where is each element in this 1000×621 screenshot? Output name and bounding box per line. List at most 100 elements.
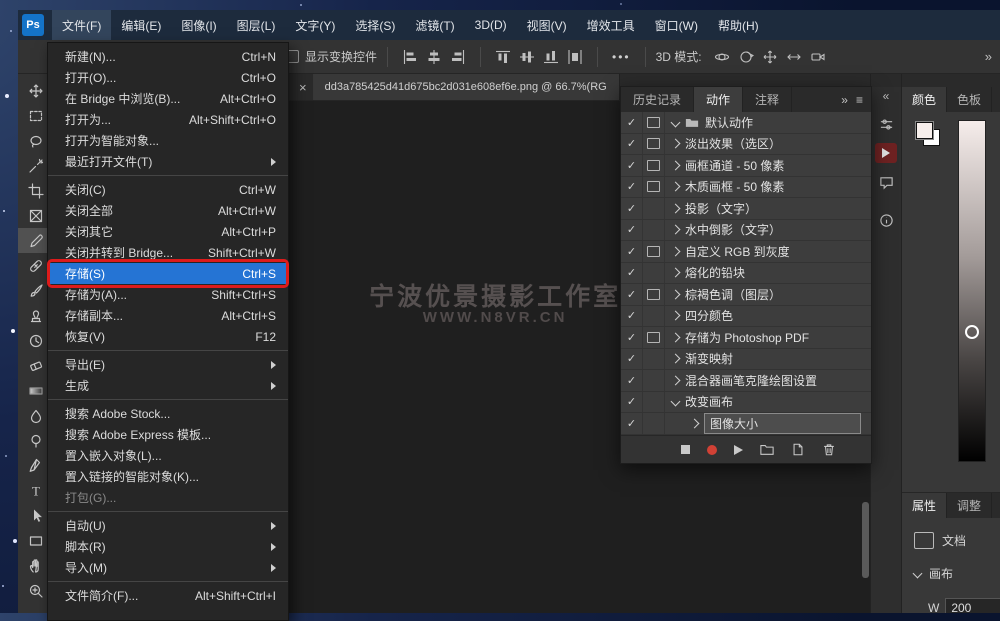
menu-item-generate[interactable]: 生成 — [48, 375, 288, 396]
action-dialog-toggle[interactable] — [643, 112, 665, 133]
chevron-right-icon[interactable] — [671, 311, 681, 321]
action-row[interactable]: ✓ 存储为 Photoshop PDF — [621, 327, 871, 349]
menu-item-browse-in-bridge[interactable]: 在 Bridge 中浏览(B)...Alt+Ctrl+O — [48, 88, 288, 109]
action-dialog-toggle[interactable] — [643, 177, 665, 198]
chevron-right-icon[interactable] — [671, 354, 681, 364]
action-set-row[interactable]: ✓ 默认动作 — [621, 112, 871, 134]
color-picker-ring-icon[interactable] — [965, 325, 979, 339]
show-transform-option[interactable]: 显示变换控件 — [286, 48, 377, 65]
tab-actions[interactable]: 动作 — [694, 87, 743, 112]
delete-trash-button[interactable] — [822, 443, 836, 456]
action-toggle-check[interactable]: ✓ — [621, 370, 643, 391]
chevron-right-icon[interactable] — [671, 182, 681, 192]
align-horizontal-centers-icon[interactable] — [426, 49, 442, 65]
action-row[interactable]: ✓ 四分颜色 — [621, 306, 871, 328]
menu-filter[interactable]: 滤镜(T) — [405, 10, 464, 40]
action-dialog-toggle[interactable] — [643, 392, 665, 413]
menu-item-automate[interactable]: 自动(U) — [48, 515, 288, 536]
align-bottom-edges-icon[interactable] — [543, 49, 559, 65]
align-top-edges-icon[interactable] — [495, 49, 511, 65]
menu-item-open-as-smart-object[interactable]: 打开为智能对象... — [48, 130, 288, 151]
action-dialog-toggle[interactable] — [643, 134, 665, 155]
action-row[interactable]: ✓ 淡出效果（选区） — [621, 134, 871, 156]
chevron-right-icon[interactable] — [671, 203, 681, 213]
action-toggle-check[interactable]: ✓ — [621, 112, 643, 133]
action-dialog-toggle[interactable] — [643, 241, 665, 262]
menu-view[interactable]: 视图(V) — [517, 10, 577, 40]
action-toggle-check[interactable]: ✓ — [621, 134, 643, 155]
collapse-panel-icon[interactable]: » — [841, 93, 848, 107]
action-toggle-check[interactable]: ✓ — [621, 413, 643, 434]
action-dialog-toggle[interactable] — [643, 349, 665, 370]
action-toggle-check[interactable]: ✓ — [621, 155, 643, 176]
action-row[interactable]: ✓ 水中倒影（文字） — [621, 220, 871, 242]
action-row[interactable]: ✓ 棕褐色调（图层） — [621, 284, 871, 306]
menu-help[interactable]: 帮助(H) — [708, 10, 769, 40]
expand-panels-icon[interactable]: « — [883, 87, 890, 105]
action-toggle-check[interactable]: ✓ — [621, 306, 643, 327]
action-toggle-check[interactable]: ✓ — [621, 198, 643, 219]
action-dialog-toggle[interactable] — [643, 306, 665, 327]
3d-zoom-camera-icon[interactable] — [810, 49, 826, 65]
action-row[interactable]: ✓ 渐变映射 — [621, 349, 871, 371]
action-toggle-check[interactable]: ✓ — [621, 392, 643, 413]
menu-file[interactable]: 文件(F) — [52, 10, 111, 40]
scrollbar-thumb[interactable] — [862, 502, 869, 578]
menu-item-close[interactable]: 关闭(C)Ctrl+W — [48, 179, 288, 200]
menu-window[interactable]: 窗口(W) — [645, 10, 708, 40]
chevron-down-icon[interactable] — [671, 397, 681, 407]
chevron-right-icon[interactable] — [671, 139, 681, 149]
menu-edit[interactable]: 编辑(E) — [111, 10, 171, 40]
menu-item-save-a-copy[interactable]: 存储副本...Alt+Ctrl+S — [48, 305, 288, 326]
more-options-icon[interactable]: ••• — [612, 50, 631, 64]
record-button[interactable] — [707, 445, 717, 455]
foreground-background-swatches[interactable] — [916, 122, 942, 148]
stop-button[interactable] — [681, 445, 690, 454]
3d-orbit-icon[interactable] — [714, 49, 730, 65]
menu-item-new[interactable]: 新建(N)...Ctrl+N — [48, 46, 288, 67]
new-action-button[interactable] — [791, 443, 805, 456]
panel-menu-icon[interactable]: ≡ — [856, 93, 863, 107]
menu-item-close-all[interactable]: 关闭全部Alt+Ctrl+W — [48, 200, 288, 221]
menu-item-close-others[interactable]: 关闭其它Alt+Ctrl+P — [48, 221, 288, 242]
action-row[interactable]: ✓ 熔化的铅块 — [621, 263, 871, 285]
menu-item-search-adobe-stock[interactable]: 搜索 Adobe Stock... — [48, 403, 288, 424]
tab-adjustments[interactable]: 调整 — [947, 493, 992, 518]
action-dialog-toggle[interactable] — [643, 284, 665, 305]
chevron-right-icon[interactable] — [671, 375, 681, 385]
menu-image[interactable]: 图像(I) — [171, 10, 226, 40]
info-panel-icon[interactable] — [875, 210, 897, 230]
chevron-right-icon[interactable] — [671, 160, 681, 170]
chevron-right-icon[interactable] — [671, 225, 681, 235]
tab-color[interactable]: 颜色 — [902, 87, 947, 112]
menu-item-open-recent[interactable]: 最近打开文件(T) — [48, 151, 288, 172]
new-set-folder-button[interactable] — [760, 443, 774, 456]
action-toggle-check[interactable]: ✓ — [621, 349, 643, 370]
action-dialog-toggle[interactable] — [643, 327, 665, 348]
chevron-right-icon[interactable] — [690, 419, 700, 429]
action-dialog-toggle[interactable] — [643, 198, 665, 219]
action-dialog-toggle[interactable] — [643, 413, 665, 434]
chevron-right-icon[interactable] — [671, 289, 681, 299]
menu-plugins[interactable]: 增效工具 — [577, 10, 645, 40]
tab-notes[interactable]: 注释 — [743, 87, 792, 112]
action-toggle-check[interactable]: ✓ — [621, 241, 643, 262]
menu-item-save[interactable]: 存储(S)Ctrl+S — [48, 263, 288, 284]
align-vertical-centers-icon[interactable] — [519, 49, 535, 65]
action-row[interactable]: ✓ 自定义 RGB 到灰度 — [621, 241, 871, 263]
notes-panel-icon[interactable] — [875, 172, 897, 192]
menu-select[interactable]: 选择(S) — [345, 10, 405, 40]
menu-item-place-embedded[interactable]: 置入嵌入对象(L)... — [48, 445, 288, 466]
action-dialog-toggle[interactable] — [643, 155, 665, 176]
3d-pan-icon[interactable] — [762, 49, 778, 65]
chevron-right-icon[interactable] — [671, 332, 681, 342]
action-dialog-toggle[interactable] — [643, 220, 665, 241]
action-dialog-toggle[interactable] — [643, 370, 665, 391]
action-toggle-check[interactable]: ✓ — [621, 220, 643, 241]
tab-history[interactable]: 历史记录 — [621, 87, 694, 112]
action-step-row-selected[interactable]: ✓ 图像大小 — [621, 413, 871, 435]
foreground-color-swatch[interactable] — [916, 122, 933, 139]
menu-type[interactable]: 文字(Y) — [285, 10, 345, 40]
action-dialog-toggle[interactable] — [643, 263, 665, 284]
action-toggle-check[interactable]: ✓ — [621, 263, 643, 284]
